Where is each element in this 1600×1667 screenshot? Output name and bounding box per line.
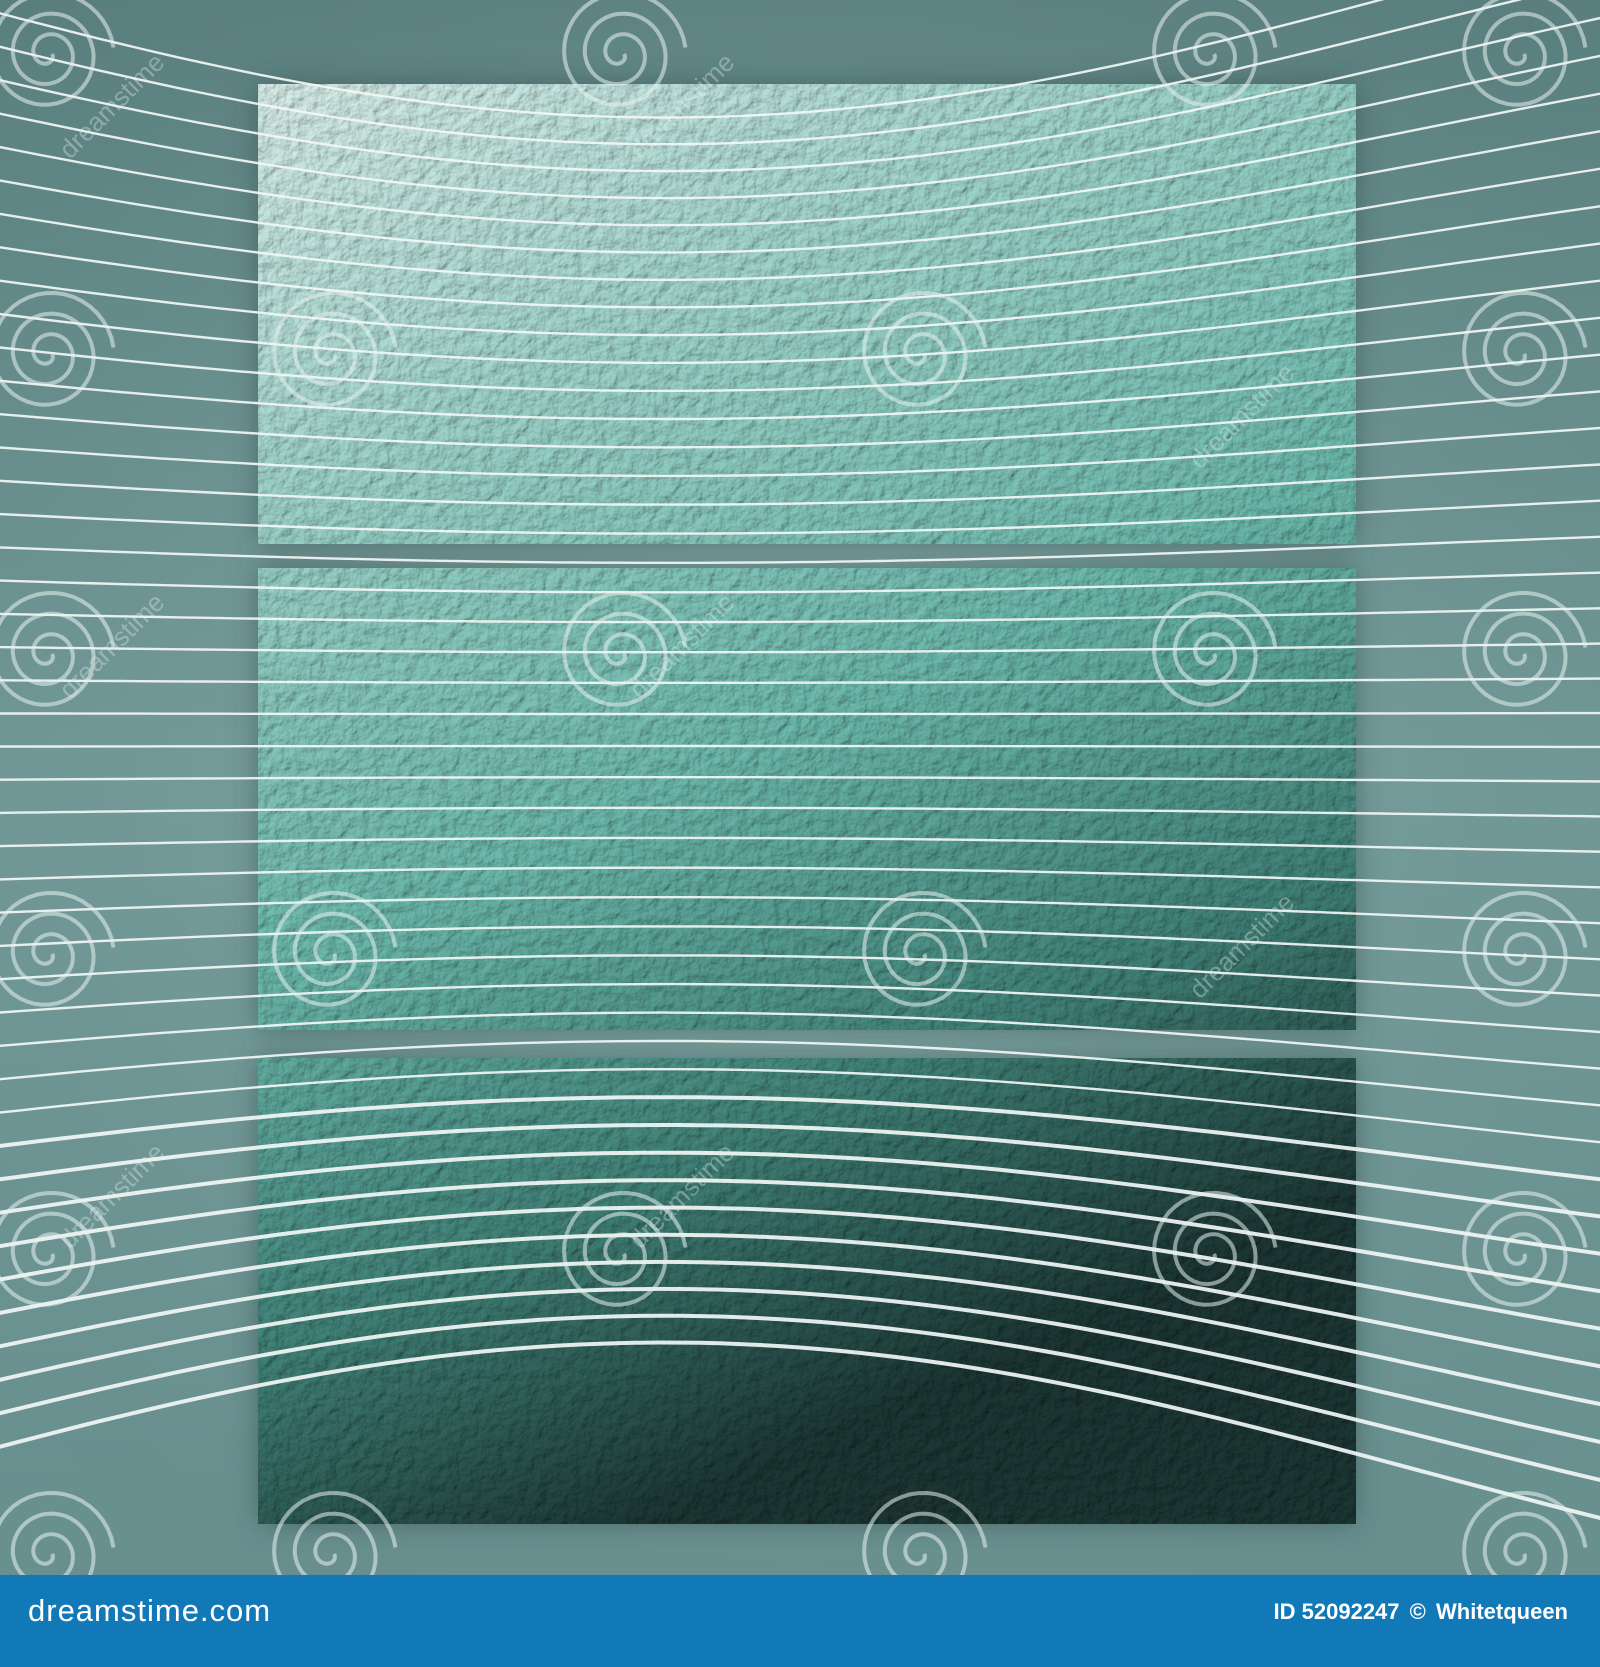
author-name[interactable]: Whitetqueen <box>1432 1599 1568 1624</box>
abstract-teal-artwork: dreamstime dreamstimedreamstimedreamstime… <box>0 0 1600 1575</box>
image-credit: ID 52092247 © Whitetqueen <box>1270 1599 1568 1625</box>
wave-line <box>0 711 1600 716</box>
wave-line <box>0 744 1600 749</box>
image-id: ID 52092247 <box>1273 1599 1400 1624</box>
copyright-symbol: © <box>1409 1599 1426 1624</box>
site-logo[interactable]: dreamstime.com <box>28 1593 271 1629</box>
stock-image-canvas: dreamstime dreamstime dreamstime dreamstime… <box>0 0 1600 1575</box>
footer-bar: dreamstime.com ID 52092247 © Whitetqueen <box>0 1575 1600 1667</box>
